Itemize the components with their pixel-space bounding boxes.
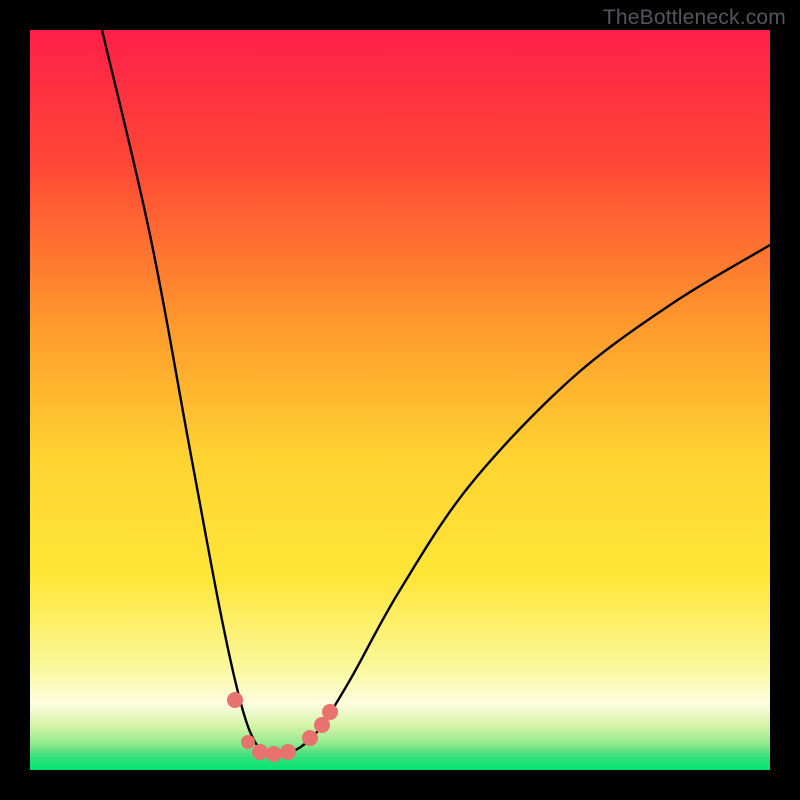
curve-marker bbox=[266, 746, 282, 762]
curve-marker bbox=[227, 692, 243, 708]
curve-marker bbox=[241, 735, 255, 749]
curve-marker bbox=[280, 744, 296, 760]
curve-marker bbox=[322, 704, 338, 720]
bottleneck-curve bbox=[30, 30, 770, 770]
curve-markers bbox=[227, 692, 338, 762]
curve-marker bbox=[252, 744, 268, 760]
watermark-text: TheBottleneck.com bbox=[603, 6, 786, 30]
plot-area bbox=[30, 30, 770, 770]
curve-marker bbox=[302, 730, 318, 746]
chart-frame: TheBottleneck.com bbox=[0, 0, 800, 800]
